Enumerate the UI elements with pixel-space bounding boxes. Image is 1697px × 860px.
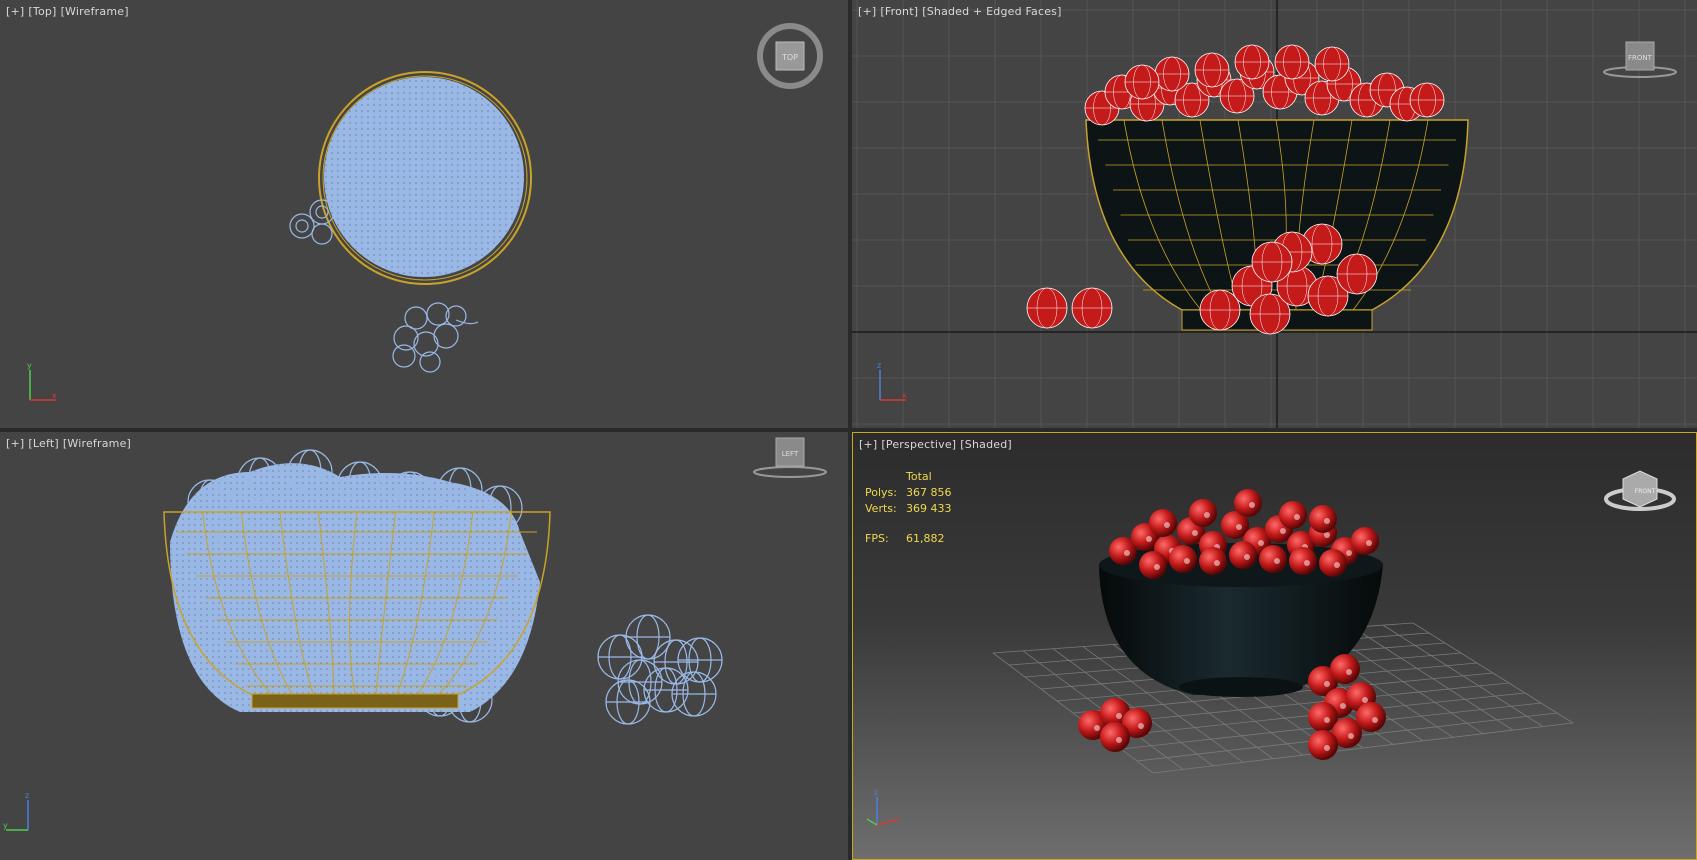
svg-text:x: x: [52, 391, 57, 400]
cherry: [1229, 541, 1257, 569]
viewport-left-label[interactable]: [+] [Left] [Wireframe]: [6, 437, 135, 450]
cherry: [1100, 722, 1130, 752]
scene-statistics: Total Polys: 367 856 Verts: 369 433 FPS: 61…: [865, 469, 952, 547]
viewport-view-name[interactable]: [Top]: [28, 5, 56, 18]
viewport-shading-mode[interactable]: [Wireframe]: [63, 437, 131, 450]
cherry: [625, 614, 671, 660]
cherry: [1234, 489, 1262, 517]
cherry-cluster-left: [597, 614, 723, 725]
cherries-left-wire: [170, 449, 540, 723]
cherry: [1189, 499, 1217, 527]
cherry-cluster-top: [392, 302, 479, 373]
axis-tripod-icon: z y: [3, 791, 29, 831]
cherry: [1071, 287, 1113, 329]
cherries-top-wire: [324, 77, 524, 277]
svg-text:y: y: [27, 361, 32, 370]
cherry: [1319, 549, 1347, 577]
viewcube-icon[interactable]: FRONT: [1604, 470, 1676, 511]
viewport-view-name[interactable]: [Left]: [28, 437, 58, 450]
cherry: [1124, 64, 1160, 100]
viewport-perspective[interactable]: FRONT z [+] [Perspective] [Shaded] Total P…: [852, 432, 1697, 860]
viewcube-icon[interactable]: FRONT: [1603, 41, 1677, 78]
cherry: [643, 667, 689, 713]
fps-value: 61,882: [906, 532, 945, 545]
polys-label: Polys:: [865, 486, 897, 499]
cherry: [1026, 287, 1068, 329]
cherry: [1251, 241, 1293, 283]
cherry: [1199, 547, 1227, 575]
viewcube-icon[interactable]: LEFT: [753, 437, 827, 478]
viewport-front-label[interactable]: [+] [Front] [Shaded + Edged Faces]: [858, 5, 1066, 18]
stats-header: Total: [906, 470, 932, 483]
cherry: [1154, 56, 1190, 92]
svg-text:x: x: [902, 391, 907, 400]
cherry: [1356, 702, 1386, 732]
cherry: [1259, 545, 1287, 573]
cherry: [1409, 82, 1445, 118]
svg-text:z: z: [25, 791, 29, 800]
cherry: [1279, 501, 1307, 529]
svg-text:z: z: [877, 361, 881, 370]
left-scene: LEFT z y: [3, 437, 827, 831]
cherry: [1308, 730, 1338, 760]
viewport-left[interactable]: LEFT z y [+] [Left] [Wireframe]: [0, 432, 848, 860]
cherry: [1351, 527, 1379, 555]
svg-text:y: y: [3, 821, 8, 830]
viewport-view-name[interactable]: [Perspective]: [881, 438, 956, 451]
axis-tripod-icon: z: [866, 788, 900, 826]
cherry: [1274, 44, 1310, 80]
polys-value: 367 856: [906, 486, 952, 499]
viewport-perspective-label[interactable]: [+] [Perspective] [Shaded]: [859, 438, 1016, 451]
viewport-shading-mode[interactable]: [Shaded]: [960, 438, 1012, 451]
cherry: [1289, 547, 1317, 575]
svg-text:FRONT: FRONT: [1635, 488, 1656, 495]
svg-text:FRONT: FRONT: [1628, 54, 1653, 62]
front-scene: FRONT z x: [852, 0, 1697, 428]
verts-value: 369 433: [906, 502, 952, 515]
viewport-front[interactable]: FRONT z x [+] [Front] [Shaded + Edged Face…: [852, 0, 1697, 428]
cherry: [1336, 253, 1378, 295]
viewport-menu-plus[interactable]: [+]: [859, 438, 877, 451]
svg-text:LEFT: LEFT: [782, 450, 799, 458]
cherry: [1139, 551, 1167, 579]
svg-text:TOP: TOP: [781, 53, 798, 62]
cherry: [1149, 509, 1177, 537]
viewport-shading-mode[interactable]: [Shaded + Edged Faces]: [922, 5, 1061, 18]
fps-label: FPS:: [865, 532, 889, 545]
viewcube-icon[interactable]: TOP: [757, 23, 823, 89]
top-scene: TOP y x: [27, 23, 823, 401]
cherry: [605, 679, 651, 725]
verts-label: Verts:: [865, 502, 897, 515]
cherry: [1169, 545, 1197, 573]
cherry: [1194, 52, 1230, 88]
svg-text:z: z: [874, 788, 878, 797]
viewport-menu-plus[interactable]: [+]: [858, 5, 876, 18]
cherry: [1199, 289, 1241, 331]
axis-tripod-icon: y x: [27, 361, 57, 401]
viewport-shading-mode[interactable]: [Wireframe]: [61, 5, 129, 18]
perspective-scene: FRONT z: [866, 470, 1676, 826]
cherry: [1314, 46, 1350, 82]
viewport-view-name[interactable]: [Front]: [880, 5, 918, 18]
cherry: [1234, 44, 1270, 80]
viewport-menu-plus[interactable]: [+]: [6, 5, 24, 18]
viewport-top[interactable]: TOP y x [+] [Top] [Wireframe]: [0, 0, 850, 428]
viewport-top-label[interactable]: [+] [Top] [Wireframe]: [6, 5, 133, 18]
cherry: [1309, 505, 1337, 533]
viewport-menu-plus[interactable]: [+]: [6, 437, 24, 450]
cherry: [1330, 654, 1360, 684]
